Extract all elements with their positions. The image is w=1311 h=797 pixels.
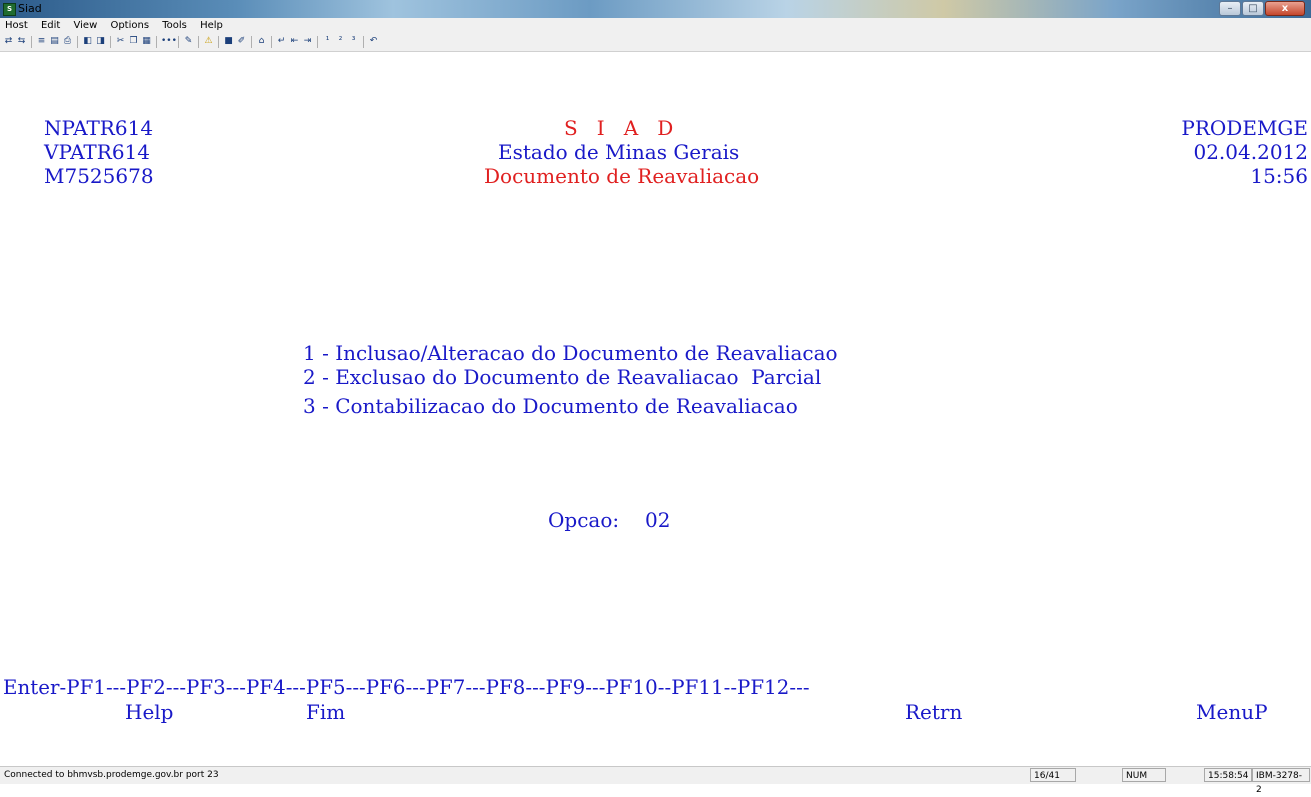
maximize-button[interactable]: □ bbox=[1242, 1, 1264, 16]
toolbar-separator bbox=[110, 36, 111, 48]
toolbar-separator bbox=[77, 36, 78, 48]
send-icon[interactable]: ≡ bbox=[36, 36, 47, 47]
view-id: VPATR614 bbox=[44, 140, 150, 164]
undo-icon[interactable]: ↶ bbox=[368, 36, 379, 47]
toolbar-separator bbox=[218, 36, 219, 48]
status-clock: 15:58:54 bbox=[1204, 768, 1252, 782]
display-icon[interactable]: ■ bbox=[223, 36, 234, 47]
alert-icon[interactable]: ⚠ bbox=[203, 36, 214, 47]
toolbar-separator bbox=[363, 36, 364, 48]
print-icon[interactable]: ⎙ bbox=[62, 36, 73, 47]
system-title: S I A D bbox=[564, 116, 674, 140]
screen-subtitle: Documento de Reavaliacao bbox=[484, 164, 760, 188]
toolbar: ⇄ ⇆ ≡ ▤ ⎙ ◧ ◨ ✂ ❐ ▦ ••• ✎ ⚠ ■ ✐ ⌂ ↵ ⇤ ⇥ … bbox=[0, 33, 1311, 52]
toolbar-separator bbox=[271, 36, 272, 48]
terminal-screen[interactable]: NPATR614 VPATR614 M7525678 S I A D Estad… bbox=[0, 52, 1311, 760]
copy-screen-icon[interactable]: ◧ bbox=[82, 36, 93, 47]
pen-icon[interactable]: ✐ bbox=[236, 36, 247, 47]
toolbar-separator bbox=[317, 36, 318, 48]
menu-options[interactable]: Options bbox=[110, 20, 149, 31]
menu-option-3: 3 - Contabilizacao do Documento de Reava… bbox=[303, 394, 798, 418]
receive-icon[interactable]: ▤ bbox=[49, 36, 60, 47]
menu-bar: Host Edit View Options Tools Help bbox=[0, 18, 1311, 33]
enter-icon[interactable]: ↵ bbox=[276, 36, 287, 47]
pf1-label[interactable]: Help bbox=[125, 700, 173, 724]
close-button[interactable]: x bbox=[1265, 1, 1305, 16]
pf-keys-line: Enter-PF1---PF2---PF3---PF4---PF5---PF6-… bbox=[3, 676, 810, 699]
paste-screen-icon[interactable]: ◨ bbox=[95, 36, 106, 47]
toolbar-separator bbox=[251, 36, 252, 48]
macro-icon[interactable]: ✎ bbox=[183, 36, 194, 47]
menu-option-1: 1 - Inclusao/Alteracao do Documento de R… bbox=[303, 341, 838, 365]
program-id: NPATR614 bbox=[44, 116, 154, 140]
num-lock-indicator: NUM bbox=[1122, 768, 1166, 782]
toolbar-separator bbox=[156, 36, 157, 48]
menu-host[interactable]: Host bbox=[5, 20, 28, 31]
status-bar: Connected to bhmvsb.prodemge.gov.br port… bbox=[0, 766, 1311, 795]
title-bar: S Siad – □ x bbox=[0, 0, 1311, 18]
disconnect-icon[interactable]: ⇆ bbox=[16, 36, 27, 47]
app-icon: S bbox=[3, 3, 16, 16]
menu-help[interactable]: Help bbox=[200, 20, 223, 31]
cut-icon[interactable]: ✂ bbox=[115, 36, 126, 47]
user-id: M7525678 bbox=[44, 164, 154, 188]
tab-icon[interactable]: ⇥ bbox=[302, 36, 313, 47]
connection-status: Connected to bhmvsb.prodemge.gov.br port… bbox=[4, 770, 219, 780]
menu-option-2: 2 - Exclusao do Documento de Reavaliacao… bbox=[303, 365, 822, 389]
menu-tools[interactable]: Tools bbox=[162, 20, 187, 31]
menu-edit[interactable]: Edit bbox=[41, 20, 60, 31]
terminal-type: IBM-3278-2 bbox=[1252, 768, 1310, 795]
backtab-icon[interactable]: ⇤ bbox=[289, 36, 300, 47]
toolbar-separator bbox=[178, 36, 179, 48]
pa3-icon[interactable]: ³ bbox=[348, 36, 359, 47]
toolbar-separator bbox=[31, 36, 32, 48]
pf3-label[interactable]: Fim bbox=[306, 700, 345, 724]
window-controls: – □ x bbox=[1218, 1, 1305, 17]
window-title: Siad bbox=[18, 2, 42, 15]
screen-time: 15:56 bbox=[1250, 164, 1308, 188]
opcao-label: Opcao: bbox=[548, 508, 620, 532]
connect-icon[interactable]: ⇄ bbox=[3, 36, 14, 47]
pf9-label[interactable]: Retrn bbox=[905, 700, 962, 724]
minimize-button[interactable]: – bbox=[1219, 1, 1241, 16]
opcao-input[interactable]: 02 bbox=[645, 508, 670, 532]
home-icon[interactable]: ⌂ bbox=[256, 36, 267, 47]
pa1-icon[interactable]: ¹ bbox=[322, 36, 333, 47]
paste-icon[interactable]: ▦ bbox=[141, 36, 152, 47]
cursor-position: 16/41 bbox=[1030, 768, 1076, 782]
pa2-icon[interactable]: ² bbox=[335, 36, 346, 47]
copy-icon[interactable]: ❐ bbox=[128, 36, 139, 47]
toolbar-separator bbox=[198, 36, 199, 48]
organization: PRODEMGE bbox=[1181, 116, 1308, 140]
state-title: Estado de Minas Gerais bbox=[498, 140, 740, 164]
dots-icon[interactable]: ••• bbox=[161, 36, 177, 47]
pf12-label[interactable]: MenuP bbox=[1196, 700, 1268, 724]
menu-view[interactable]: View bbox=[74, 20, 98, 31]
screen-date: 02.04.2012 bbox=[1193, 140, 1308, 164]
